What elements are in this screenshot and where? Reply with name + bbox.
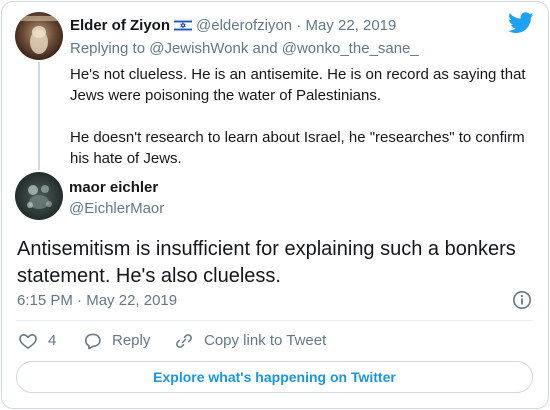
explore-twitter-button[interactable]: Explore what's happening on Twitter: [16, 361, 533, 393]
parent-tweet-date[interactable]: May 22, 2019: [305, 17, 396, 34]
parent-tweet-body: He's not clueless. He is an antisemite. …: [70, 64, 530, 169]
replying-to-line: Replying to @JewishWonk and @wonko_the_s…: [70, 39, 419, 58]
reply-mention-1[interactable]: @JewishWonk: [149, 40, 248, 57]
like-count: 4: [48, 332, 57, 349]
main-avatar-image: [15, 172, 63, 220]
reply-bubble-icon: [84, 333, 101, 350]
thread-connector-line: [38, 62, 40, 170]
reply-label: Reply: [112, 332, 151, 349]
actions-divider: [16, 320, 533, 321]
copy-link-button[interactable]: Copy link to Tweet: [174, 331, 326, 351]
info-icon[interactable]: [512, 290, 532, 310]
replying-prefix: Replying to: [70, 40, 146, 57]
parent-paragraph: He's not clueless. He is an antisemite. …: [70, 66, 526, 104]
like-button[interactable]: 4: [18, 331, 56, 351]
reply-button[interactable]: Reply: [82, 331, 150, 351]
timestamp-separator: ·: [77, 292, 83, 309]
parent-author-name[interactable]: Elder of Ziyon: [70, 17, 170, 34]
tweet-timestamp[interactable]: 6:15 PM · May 22, 2019: [17, 291, 177, 310]
main-avatar[interactable]: [15, 172, 63, 220]
reply-mention-2[interactable]: @wonko_the_sane_: [282, 40, 419, 57]
israel-flag-icon: [174, 19, 193, 32]
parent-avatar-image: [15, 12, 63, 60]
twitter-bird-icon[interactable]: [508, 12, 534, 34]
parent-tweet-header: Elder of Ziyon @elderofziyon · May 22, 20…: [70, 16, 396, 35]
header-separator: ·: [296, 17, 302, 34]
heart-icon: [19, 334, 37, 349]
copy-link-label: Copy link to Tweet: [204, 332, 327, 349]
main-author-name[interactable]: maor eichler: [69, 178, 158, 197]
parent-paragraph: He doesn't research to learn about Israe…: [70, 129, 525, 167]
parent-avatar[interactable]: [15, 12, 63, 60]
parent-author-handle[interactable]: @elderofziyon: [196, 17, 292, 34]
main-author-handle[interactable]: @EichlerMaor: [69, 199, 164, 218]
reply-and: and: [252, 40, 278, 57]
link-icon: [176, 334, 192, 348]
main-tweet-text: Antisemitism is insufficient for explain…: [17, 238, 516, 287]
tweet-date: May 22, 2019: [86, 292, 178, 309]
tweet-time: 6:15 PM: [17, 292, 73, 309]
